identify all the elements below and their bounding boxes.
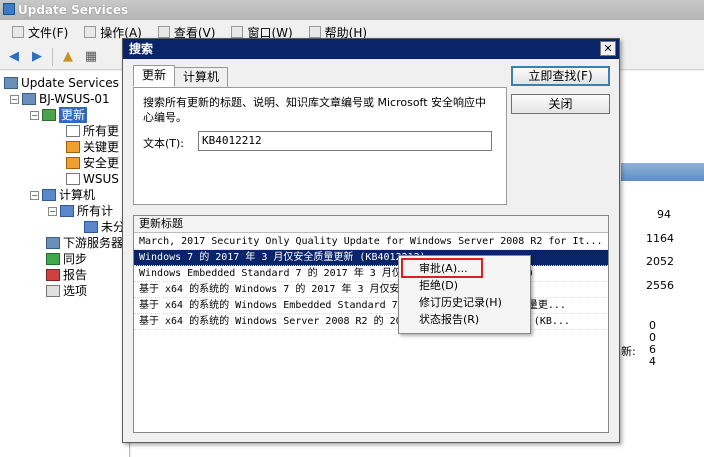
tree-all-updates[interactable]: 所有更 — [66, 123, 119, 139]
tree-sync[interactable]: 同步 — [46, 251, 87, 267]
search-tabs: 更新 计算机 — [133, 65, 229, 87]
menu-status-report[interactable]: 状态报告(R) — [419, 312, 479, 328]
menu-icon — [157, 26, 170, 38]
approve-highlight-box — [401, 258, 483, 278]
sync-icon — [46, 253, 60, 265]
result-row[interactable]: Windows Embedded Standard 7 的 2017 年 3 月… — [134, 266, 608, 282]
tree-security-updates[interactable]: 安全更 — [66, 155, 119, 171]
tree-downstream[interactable]: 下游服务器 — [46, 235, 123, 251]
tree-server[interactable]: − BJ-WSUS-01 — [10, 91, 110, 107]
updates-tab-panel: 搜索所有更新的标题、说明、知识库文章编号或 Microsoft 安全响应中心编号… — [133, 87, 507, 205]
forward-arrow-icon[interactable]: ▶ — [27, 47, 47, 67]
results-list: 更新标题 March, 2017 Security Only Quality U… — [133, 215, 609, 433]
computers-group-icon — [60, 205, 74, 217]
result-row[interactable]: March, 2017 Security Only Quality Update… — [134, 234, 608, 250]
dialog-title: 搜索 — [129, 42, 154, 56]
wsus-app-icon — [3, 3, 15, 15]
up-folder-icon[interactable]: ▲ — [58, 47, 78, 67]
column-header-update-title[interactable]: 更新标题 — [134, 216, 608, 233]
count-value: 94 — [657, 208, 671, 221]
close-icon[interactable]: ✕ — [600, 41, 616, 56]
details-pane-header — [621, 163, 704, 181]
computers-icon — [42, 189, 56, 201]
options-icon — [46, 285, 60, 297]
text-field-label: 文本(T): — [143, 137, 185, 150]
collapse-toggle-icon[interactable]: − — [30, 110, 39, 120]
find-now-button[interactable]: 立即查找(F) — [511, 66, 610, 86]
collapse-toggle-icon[interactable]: − — [30, 190, 39, 200]
server-icon — [22, 93, 36, 105]
result-row[interactable]: 基于 x64 的系统的 Windows 7 的 2017 年 3 月仅安全质量更… — [134, 282, 608, 298]
update-services-icon — [4, 77, 18, 89]
tree-reports[interactable]: 报告 — [46, 267, 87, 283]
menu-icon — [84, 26, 97, 38]
result-row-selected[interactable]: Windows 7 的 2017 年 3 月仅安全质量更新 (KB4012212… — [134, 250, 608, 266]
tree-critical-updates[interactable]: 关键更 — [66, 139, 119, 155]
new-label: 新: — [621, 345, 636, 358]
count-value: 1164 — [646, 232, 674, 245]
security-update-icon — [66, 157, 80, 169]
menu-revision-history[interactable]: 修订历史记录(H) — [419, 295, 502, 311]
document-icon — [66, 125, 80, 137]
back-arrow-icon[interactable]: ◀ — [4, 47, 24, 67]
result-row[interactable]: 基于 x64 的系统的 Windows Embedded Standard 7 … — [134, 298, 608, 314]
tree-computers[interactable]: − 计算机 — [30, 187, 95, 203]
count-value: 2052 — [646, 255, 674, 268]
tab-updates[interactable]: 更新 — [133, 65, 176, 87]
menu-file[interactable]: 文件(F) — [4, 24, 76, 41]
context-menu: 审批(A)... 拒绝(D) 修订历史记录(H) 状态报告(R) — [398, 255, 531, 334]
count-value: 4 — [649, 355, 656, 368]
close-button[interactable]: 关闭 — [511, 94, 610, 114]
tree-root[interactable]: Update Services — [4, 75, 119, 91]
main-window-title: Update Services — [0, 0, 704, 20]
menu-icon — [231, 26, 244, 38]
window-title-text: Update Services — [18, 3, 129, 17]
downstream-server-icon — [46, 237, 60, 249]
tree-all-computers[interactable]: − 所有计 — [48, 203, 113, 219]
search-dialog: 搜索 ✕ 更新 计算机 搜索所有更新的标题、说明、知识库文章编号或 Micros… — [122, 38, 620, 443]
document-icon — [66, 173, 80, 185]
navigation-tree: Update Services − BJ-WSUS-01 − 更新 所有更 关键… — [0, 71, 135, 457]
tree-updates[interactable]: − 更新 — [30, 107, 88, 123]
menu-icon — [308, 26, 321, 38]
collapse-toggle-icon[interactable]: − — [10, 94, 19, 104]
toolbar-separator — [52, 47, 53, 66]
dialog-title-bar: 搜索 — [123, 39, 619, 59]
tree-options[interactable]: 选项 — [46, 283, 87, 299]
show-hide-tree-icon[interactable]: ▦ — [81, 47, 101, 67]
count-value: 2556 — [646, 279, 674, 292]
computers-group-icon — [84, 221, 98, 233]
reports-icon — [46, 269, 60, 281]
tree-unassigned[interactable]: 未分 — [84, 219, 125, 235]
result-row[interactable]: 基于 x64 的系统的 Windows Server 2008 R2 的 201… — [134, 314, 608, 330]
search-description: 搜索所有更新的标题、说明、知识库文章编号或 Microsoft 安全响应中心编号… — [143, 96, 487, 124]
menu-decline[interactable]: 拒绝(D) — [419, 278, 458, 294]
collapse-toggle-icon[interactable]: − — [48, 206, 57, 216]
menu-icon — [12, 26, 24, 38]
critical-update-icon — [66, 141, 80, 153]
updates-icon — [42, 109, 56, 121]
tab-computers[interactable]: 计算机 — [174, 67, 229, 87]
search-text-input[interactable]: KB4012212 — [198, 131, 492, 151]
